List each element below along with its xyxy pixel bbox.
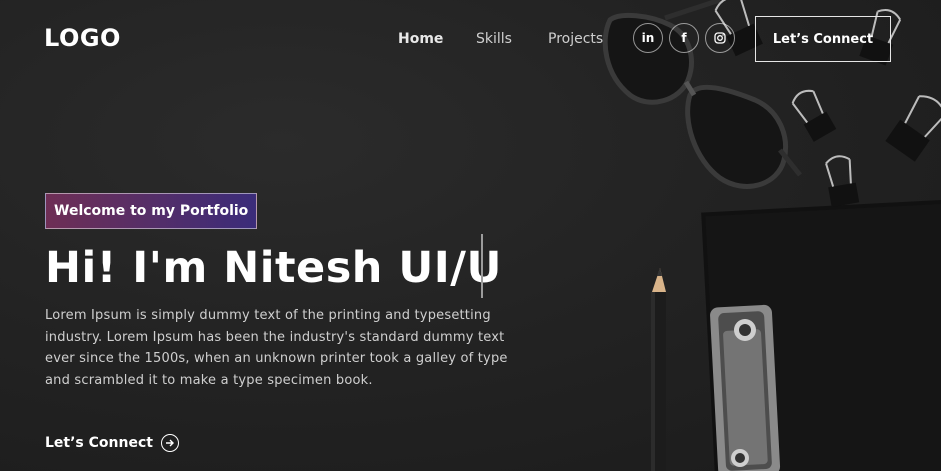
nav-item-home[interactable]: Home: [398, 31, 443, 47]
hero-headline: Hi! I'm Nitesh UI/U: [45, 243, 502, 293]
linkedin-icon: in: [641, 31, 655, 45]
nav-item-skills[interactable]: Skills: [476, 31, 512, 47]
desk-scene-image: [602, 0, 941, 471]
typing-cursor: [481, 234, 483, 298]
nav-item-projects[interactable]: Projects: [548, 31, 603, 47]
hero-connect-label: Let’s Connect: [45, 435, 153, 451]
tagline-badge: Welcome to my Portfolio: [45, 193, 258, 229]
facebook-button[interactable]: f: [669, 23, 699, 53]
instagram-button[interactable]: [705, 23, 735, 53]
arrow-right-circle-icon: [160, 434, 179, 452]
hero-connect-button[interactable]: Let’s Connect: [45, 434, 179, 452]
facebook-icon: f: [681, 31, 687, 45]
header-connect-button[interactable]: Let’s Connect: [755, 16, 891, 62]
logo[interactable]: LOGO: [44, 24, 121, 52]
instagram-icon: [714, 32, 726, 44]
linkedin-button[interactable]: in: [633, 23, 663, 53]
pencil-image: [651, 268, 666, 471]
hero-description: Lorem Ipsum is simply dummy text of the …: [45, 308, 508, 388]
clipboard-image: [701, 199, 941, 471]
